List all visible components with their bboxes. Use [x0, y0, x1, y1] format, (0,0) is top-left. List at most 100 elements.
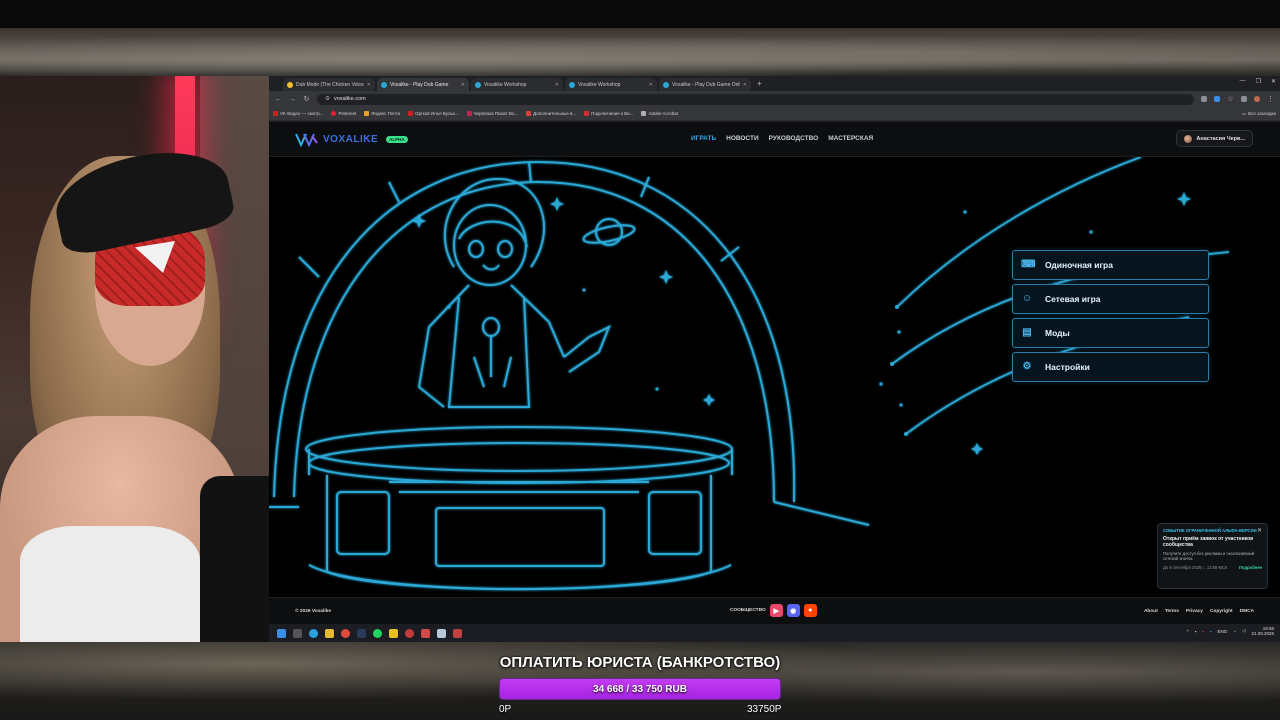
tab-close-icon[interactable]: ✕: [743, 82, 747, 88]
wifi-icon[interactable]: ◔: [1233, 629, 1236, 634]
site-header: VOXALIKE ALPHA ИГРАТЬ НОВОСТИ РУКОВОДСТВ…: [269, 122, 1280, 157]
bookmark-favicon-icon: [364, 111, 370, 116]
footer-links: About Terms Privacy Copyright DMCA: [1144, 609, 1254, 614]
bookmark-item[interactable]: Оргков Илья Бульк...: [408, 111, 459, 116]
browser-window: Dub Mode (The Chicken Voice) ✕ Voxalike …: [269, 76, 1280, 642]
chrome-icon[interactable]: [341, 628, 350, 638]
all-bookmarks-label: Все закладки: [1248, 111, 1276, 116]
menu-label: Настройки: [1045, 362, 1090, 372]
app-icon[interactable]: [389, 628, 398, 638]
footer-link-dmca[interactable]: DMCA: [1240, 609, 1254, 614]
users-icon: ☺: [1021, 293, 1033, 304]
taskbar-clock[interactable]: 19:55 21.09.2026: [1251, 626, 1274, 636]
bookmark-favicon-icon: [526, 111, 532, 116]
tab-close-icon[interactable]: ✕: [367, 82, 371, 88]
app-icon[interactable]: [421, 628, 430, 638]
forward-icon[interactable]: →: [289, 96, 296, 103]
toast-title: Открыт приём заявок от участников сообще…: [1163, 536, 1254, 548]
alpha-event-notification[interactable]: СОБЫТИЕ ОГРАНИЧЕННОЙ АЛЬФА-ВЕРСИИ Открыт…: [1157, 523, 1268, 589]
all-bookmarks[interactable]: ▭ Все закладки: [1242, 111, 1276, 117]
footer-link-terms[interactable]: Terms: [1165, 609, 1179, 614]
tab-title: Voxalike Workshop: [484, 81, 527, 88]
volume-icon[interactable]: ◁: [1242, 628, 1245, 634]
footer-link-copyright[interactable]: Copyright: [1210, 609, 1233, 614]
user-name: Анастасия Черв...: [1196, 135, 1245, 142]
bookmark-star-icon[interactable]: ☆: [1227, 95, 1234, 103]
logo-text: VOXALIKE: [323, 134, 379, 145]
user-menu-button[interactable]: Анастасия Черв...: [1176, 130, 1253, 147]
main-nav: ИГРАТЬ НОВОСТИ РУКОВОДСТВО МАСТЕРСКАЯ: [691, 135, 873, 142]
task-view-icon[interactable]: [293, 628, 302, 638]
footer-link-privacy[interactable]: Privacy: [1186, 609, 1203, 614]
tab-title: Voxalike Workshop: [578, 81, 621, 88]
tab-close-icon[interactable]: ✕: [555, 82, 559, 88]
browser-tab-active[interactable]: Voxalike - Play Dub Game ✕: [377, 78, 469, 91]
nav-news[interactable]: НОВОСТИ: [726, 135, 759, 142]
donation-max-label: 33750Р: [747, 704, 782, 715]
tab-favicon-icon: [287, 81, 293, 88]
url-field[interactable]: ⚙ voxalike.com: [317, 93, 1194, 105]
back-icon[interactable]: ←: [275, 96, 282, 103]
folder-icon: ▭: [1241, 110, 1247, 116]
extensions-puzzle-icon[interactable]: [1241, 96, 1247, 102]
url-text: voxalike.com: [333, 96, 366, 102]
discord-icon[interactable]: ◉: [786, 604, 800, 617]
browser-tab[interactable]: Dub Mode (The Chicken Voice) ✕: [283, 78, 375, 91]
toast-more-link[interactable]: Подробнее: [1239, 565, 1262, 570]
explorer-icon[interactable]: [325, 628, 334, 638]
bookmark-item[interactable]: Дополнительные в...: [526, 111, 576, 116]
new-tab-icon[interactable]: +: [753, 78, 766, 91]
browser-tab[interactable]: Voxalike - Play Dub Game Onli ✕: [659, 78, 751, 91]
nav-workshop[interactable]: МАСТЕРСКАЯ: [828, 135, 873, 142]
menu-settings-button[interactable]: ⚙ Настройки: [1012, 352, 1209, 382]
bookmark-favicon-icon: [466, 111, 472, 116]
menu-multiplayer-button[interactable]: ☺ Сетевая игра: [1012, 284, 1209, 314]
menu-mods-button[interactable]: ▤ Моды: [1012, 318, 1209, 348]
tray-app-icon[interactable]: ▪: [1210, 629, 1212, 634]
site-logo[interactable]: VOXALIKE ALPHA: [295, 132, 408, 147]
bookmark-item[interactable]: Adobe Acrobat: [641, 111, 678, 116]
site-info-icon[interactable]: ⚙: [325, 96, 330, 102]
menu-single-player-button[interactable]: ⌨ Одиночная игра: [1012, 250, 1209, 280]
browser-tab[interactable]: Voxalike Workshop ✕: [471, 78, 563, 91]
browser-tab[interactable]: Voxalike Workshop ✕: [565, 78, 657, 91]
start-icon[interactable]: [277, 628, 286, 638]
bookmark-item[interactable]: Черепаха Пиоат Во...: [466, 111, 518, 116]
tray-chevron-icon[interactable]: ^: [1187, 629, 1189, 634]
donation-min-label: 0Р: [499, 704, 512, 715]
app-icon[interactable]: [405, 628, 414, 638]
tray-app-icon[interactable]: ▪: [1195, 629, 1197, 634]
tab-close-icon[interactable]: ✕: [461, 82, 465, 88]
maximize-icon[interactable]: ❐: [1256, 78, 1261, 85]
spotify-icon[interactable]: [373, 628, 382, 638]
nav-play[interactable]: ИГРАТЬ: [691, 135, 716, 142]
app-icon[interactable]: [453, 628, 462, 638]
reddit-icon[interactable]: ●: [803, 604, 817, 617]
tab-close-icon[interactable]: ✕: [649, 82, 653, 88]
bookmark-item[interactable]: Pinterest: [331, 111, 356, 116]
bookmark-favicon-icon: [273, 111, 278, 116]
steam-icon[interactable]: [357, 628, 366, 638]
bookmark-item[interactable]: Яндекс Почта: [364, 111, 400, 116]
edge-icon[interactable]: [309, 628, 318, 638]
minimize-icon[interactable]: —: [1240, 78, 1246, 85]
profile-avatar-icon[interactable]: [1254, 96, 1260, 102]
reload-icon[interactable]: ↻: [303, 95, 310, 103]
address-bar: ← → ↻ ⚙ voxalike.com ☆ ⋮: [269, 91, 1280, 107]
nav-guide[interactable]: РУКОВОДСТВО: [769, 135, 819, 142]
webcam-feed: [0, 76, 269, 642]
input-language[interactable]: ENG: [1218, 629, 1228, 634]
youtube-icon[interactable]: ▶: [769, 604, 783, 617]
extension-icon[interactable]: [1201, 96, 1207, 102]
close-icon[interactable]: ✕: [1257, 527, 1262, 534]
close-icon[interactable]: ✕: [1271, 78, 1276, 85]
bookmark-item[interactable]: Подключение к Ви...: [584, 111, 633, 116]
app-icon[interactable]: [437, 628, 446, 638]
bookmark-item[interactable]: VK Видео — смотр...: [273, 111, 323, 116]
tray-app-icon[interactable]: ▪: [1202, 629, 1204, 634]
extension-icon[interactable]: [1214, 96, 1220, 102]
footer-link-about[interactable]: About: [1144, 609, 1158, 614]
bookmark-label: VK Видео — смотр...: [280, 111, 324, 116]
alpha-badge: ALPHA: [386, 136, 408, 143]
browser-menu-icon[interactable]: ⋮: [1267, 95, 1274, 103]
